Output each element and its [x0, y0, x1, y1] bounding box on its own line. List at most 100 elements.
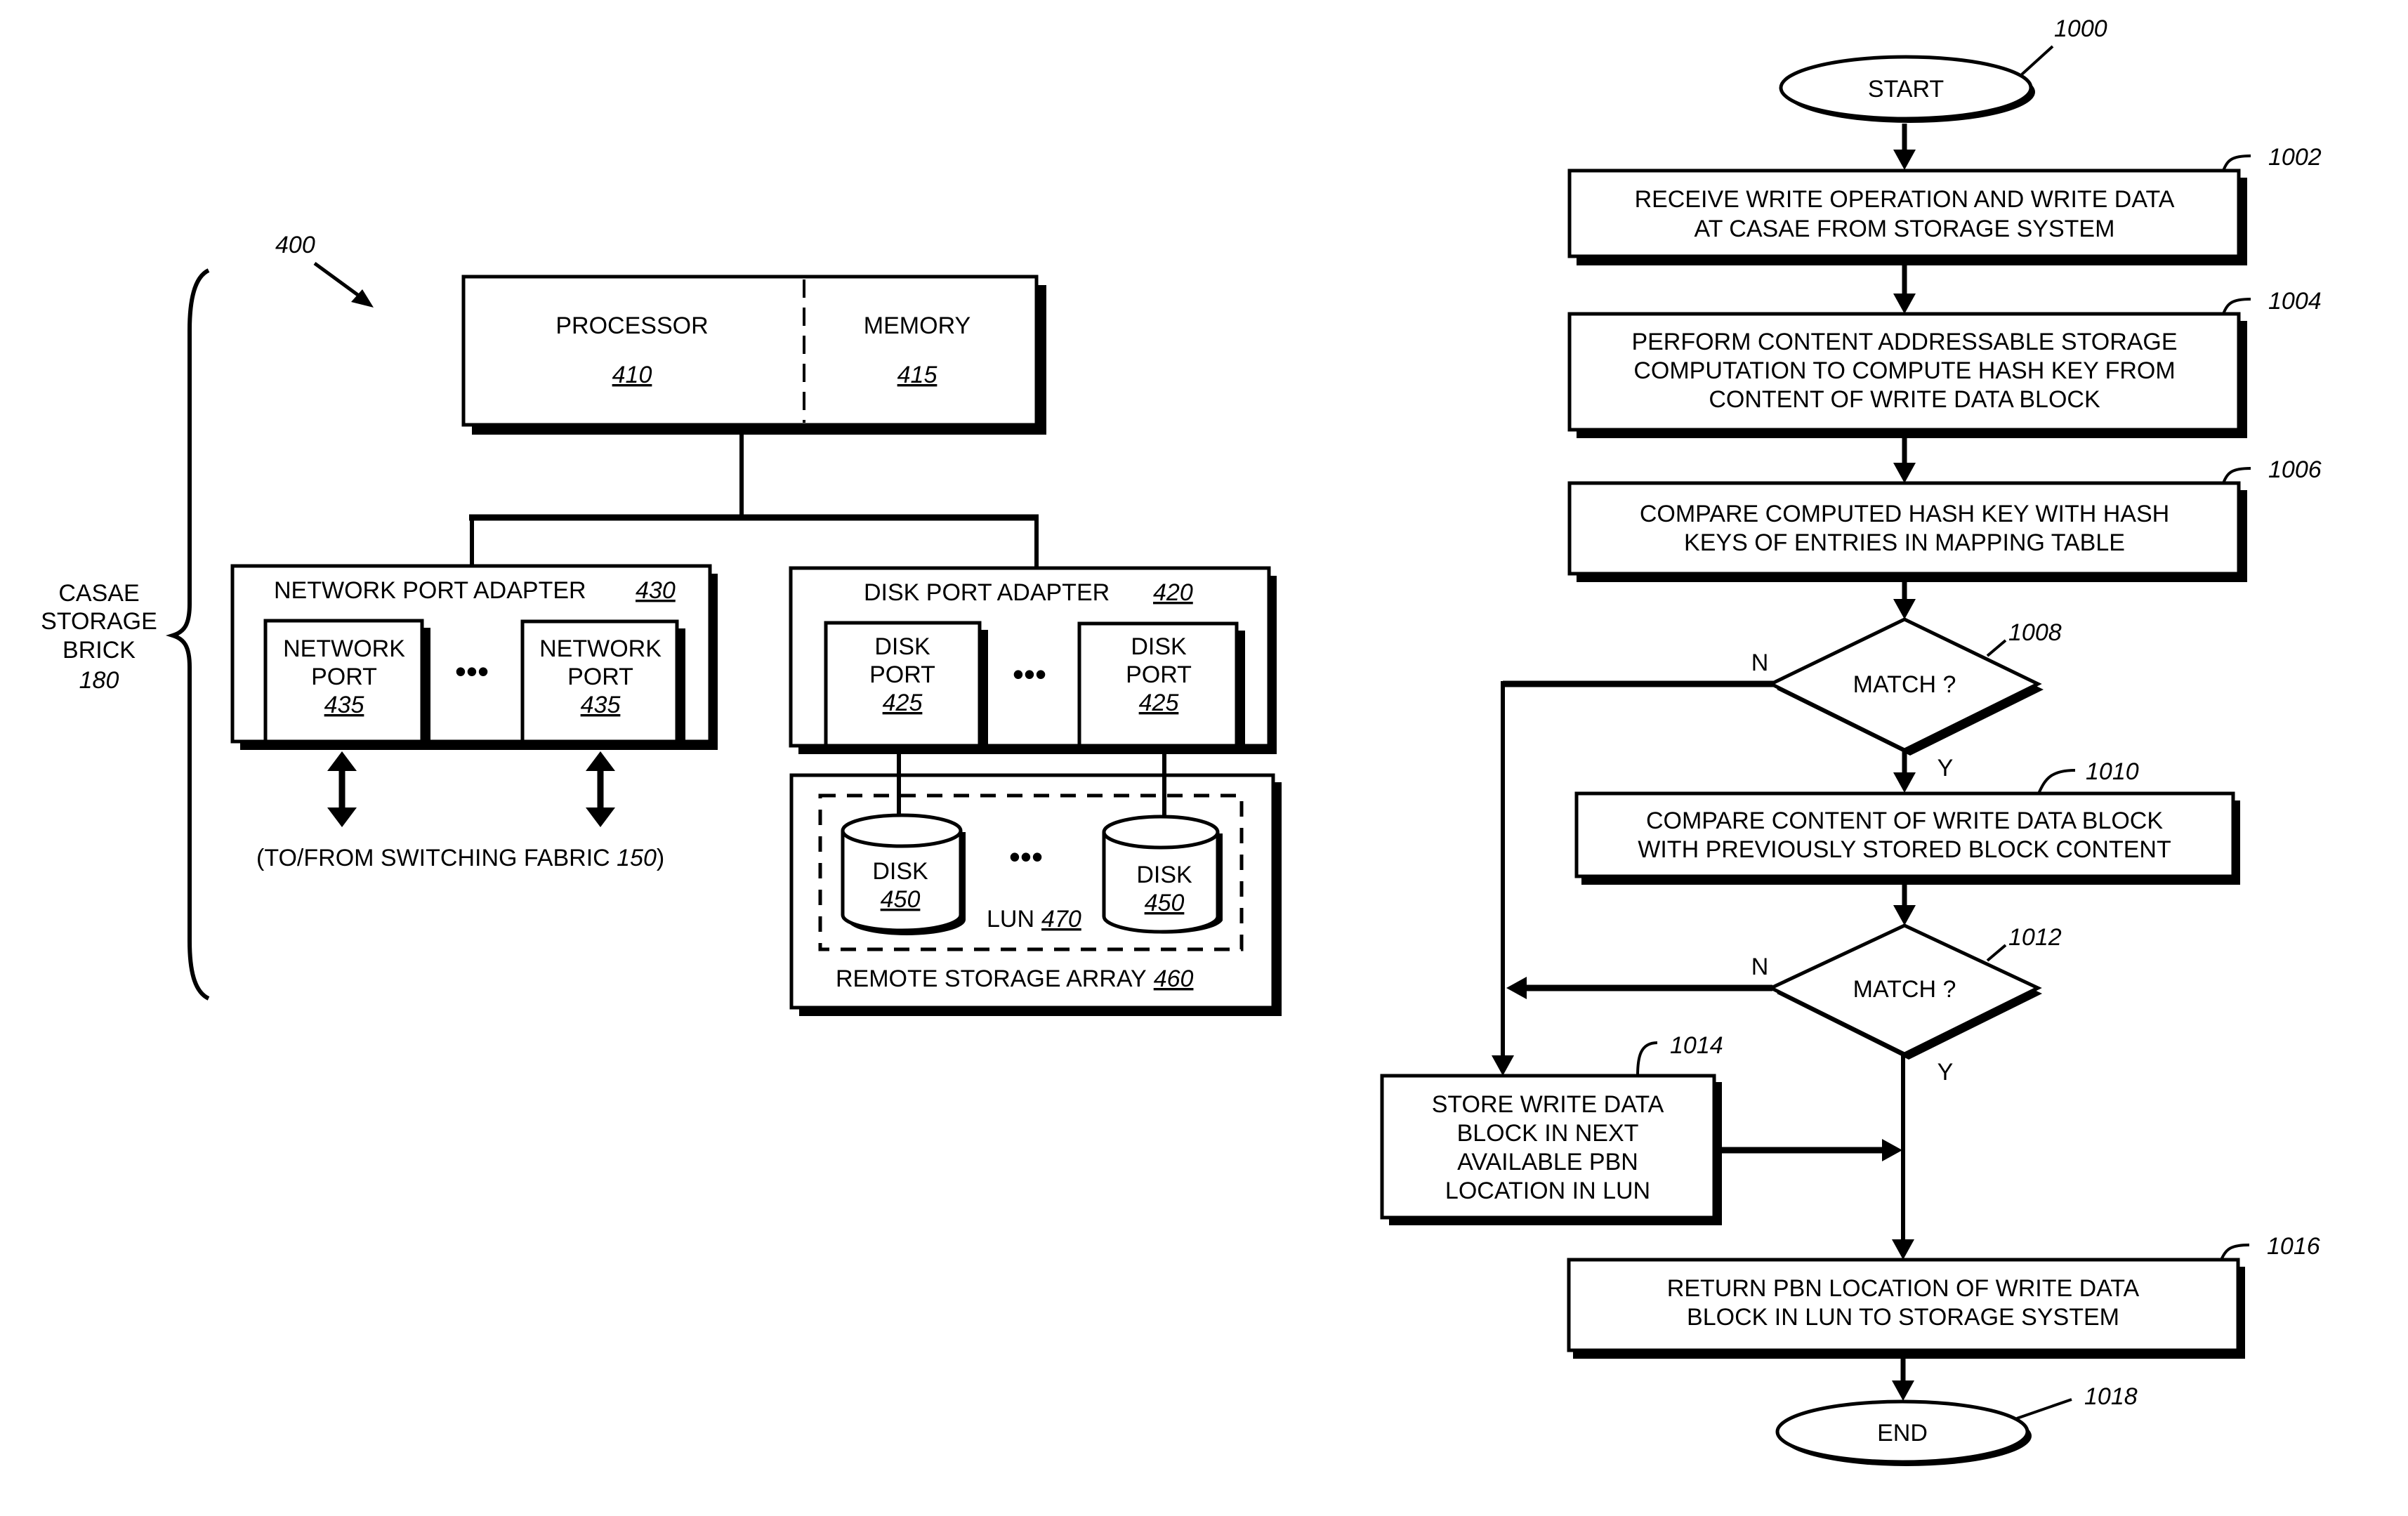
- step-1010-line-1: COMPARE CONTENT OF WRITE DATA BLOCK: [1646, 808, 2163, 834]
- step-1004: PERFORM CONTENT ADDRESSABLE STORAGE COMP…: [1567, 288, 2322, 438]
- step-1002-ref: 1002: [2268, 144, 2322, 171]
- decision-1012: MATCH ? N Y 1012: [1751, 923, 2062, 1086]
- decision-1008-label: MATCH ?: [1853, 671, 1956, 698]
- brick-label-line-1: CASAE: [58, 580, 139, 607]
- step-1014-ref: 1014: [1670, 1032, 1723, 1059]
- step-1014-line-1: STORE WRITE DATA: [1432, 1091, 1664, 1118]
- step-1006-line-1: COMPARE COMPUTED HASH KEY WITH HASH: [1640, 501, 2169, 527]
- decision-1012-no-label: N: [1751, 954, 1769, 980]
- disk-port-adapter-ref-420: 420: [1153, 579, 1193, 606]
- disk-port-1-line-1: DISK: [874, 633, 930, 660]
- network-port-1-ref: 435: [324, 692, 364, 718]
- network-port-adapter-ref-430: 430: [636, 577, 676, 604]
- step-1016-line-1: RETURN PBN LOCATION OF WRITE DATA: [1667, 1275, 2140, 1302]
- memory-ref-415: 415: [897, 362, 937, 388]
- disk-port-1: DISK PORT 425: [824, 621, 988, 748]
- disk-port-2-line-1: DISK: [1131, 633, 1187, 660]
- disk-port-2-line-2: PORT: [1126, 661, 1192, 688]
- step-1016: RETURN PBN LOCATION OF WRITE DATA BLOCK …: [1567, 1233, 2320, 1359]
- step-1004-line-3: CONTENT OF WRITE DATA BLOCK: [1709, 386, 2100, 413]
- processor-ref-410: 410: [612, 362, 652, 388]
- patent-figure-canvas: 400 CASAE STORAGE BRICK 180 PROCESSOR 41…: [41, 15, 2322, 1466]
- remote-storage-array: DISK 450 ••• DISK 450 LUN 470 REMOTE STOR…: [789, 754, 1282, 1016]
- step-1014: STORE WRITE DATA BLOCK IN NEXT AVAILABLE…: [1380, 1032, 1723, 1225]
- disk-1-label: DISK: [872, 858, 928, 885]
- brick-ref-180: 180: [79, 667, 119, 694]
- system-bus: [469, 435, 1039, 568]
- network-port-2-line-2: PORT: [567, 664, 633, 690]
- step-1004-ref: 1004: [2268, 288, 2322, 315]
- remote-storage-array-ref-460: 460: [1154, 965, 1194, 992]
- end-label: END: [1877, 1420, 1928, 1446]
- step-1002: RECEIVE WRITE OPERATION AND WRITE DATA A…: [1567, 144, 2322, 265]
- brick-label-line-2: STORAGE: [41, 608, 157, 635]
- step-1004-line-2: COMPUTATION TO COMPUTE HASH KEY FROM: [1633, 357, 2175, 384]
- disk-2-label: DISK: [1136, 862, 1192, 888]
- processor-label: PROCESSOR: [555, 312, 708, 339]
- decision-1008-yes-label: Y: [1937, 755, 1954, 782]
- disk-1: DISK 450: [841, 813, 966, 935]
- start-label: START: [1868, 76, 1944, 103]
- network-port-2: NETWORK PORT 435: [520, 619, 685, 744]
- decision-1012-label: MATCH ?: [1853, 976, 1956, 1003]
- disks-ellipsis: •••: [1009, 838, 1043, 875]
- step-1016-line-2: BLOCK IN LUN TO STORAGE SYSTEM: [1687, 1304, 2119, 1331]
- step-1010-ref: 1010: [2086, 758, 2139, 785]
- disk-ports-ellipsis: •••: [1013, 656, 1046, 692]
- step-1016-ref: 1016: [2267, 1233, 2320, 1260]
- step-1006-line-2: KEYS OF ENTRIES IN MAPPING TABLE: [1684, 529, 2125, 556]
- network-port-1-line-2: PORT: [311, 664, 377, 690]
- disk-port-2: DISK PORT 425: [1077, 621, 1245, 748]
- remote-storage-array-text: REMOTE STORAGE ARRAY: [836, 965, 1147, 992]
- step-1014-line-2: BLOCK IN NEXT: [1457, 1120, 1639, 1147]
- processor-memory-block: PROCESSOR 410 MEMORY 415: [461, 275, 1046, 435]
- step-1002-line-1: RECEIVE WRITE OPERATION AND WRITE DATA: [1635, 186, 2175, 213]
- network-ports-ellipsis: •••: [455, 653, 489, 690]
- decision-1008-no-label: N: [1751, 650, 1769, 676]
- lun-label-text: LUN: [987, 906, 1034, 932]
- end-terminal: END 1018: [1775, 1383, 2138, 1466]
- fabric-arrow-2: [586, 751, 615, 827]
- disk-2-ref: 450: [1145, 890, 1185, 916]
- step-1006: COMPARE COMPUTED HASH KEY WITH HASH KEYS…: [1567, 456, 2322, 582]
- brick-label: CASAE STORAGE BRICK 180: [41, 580, 157, 694]
- lun-ref-470: 470: [1041, 906, 1081, 932]
- disk-1-ref: 450: [881, 886, 921, 913]
- disk-port-2-ref: 425: [1139, 690, 1179, 716]
- fabric-arrow-1: [327, 751, 357, 827]
- brick-brace: [165, 268, 210, 1001]
- start-terminal: START: [1779, 55, 2035, 123]
- flowchart-ref-1000: 1000: [2054, 15, 2107, 42]
- network-port-2-line-1: NETWORK: [539, 635, 662, 662]
- step-1002-line-2: AT CASAE FROM STORAGE SYSTEM: [1695, 216, 2115, 242]
- decision-1008-ref: 1008: [2008, 619, 2062, 646]
- switching-fabric-suffix: ): [657, 845, 664, 871]
- network-port-1: NETWORK PORT 435: [263, 619, 430, 744]
- end-ref-1018: 1018: [2084, 1383, 2138, 1410]
- remote-storage-array-label: REMOTE STORAGE ARRAY 460: [836, 965, 1194, 992]
- switching-fabric-ref-150: 150: [617, 845, 657, 871]
- step-1006-ref: 1006: [2268, 456, 2322, 483]
- disk-port-1-line-2: PORT: [869, 661, 935, 688]
- disk-2: DISK 450: [1102, 815, 1223, 934]
- lun-label: LUN 470: [987, 906, 1081, 932]
- figure-400-pointer-arrow: [313, 261, 374, 308]
- decision-1012-ref: 1012: [2008, 924, 2062, 951]
- decision-1012-yes-label: Y: [1937, 1059, 1954, 1086]
- step-1010-line-2: WITH PREVIOUSLY STORED BLOCK CONTENT: [1638, 836, 2171, 863]
- brick-label-line-3: BRICK: [62, 637, 136, 664]
- switching-fabric-label: (TO/FROM SWITCHING FABRIC 150): [256, 845, 664, 871]
- memory-label: MEMORY: [864, 312, 971, 339]
- figure-400: 400 CASAE STORAGE BRICK 180 PROCESSOR 41…: [41, 232, 1282, 1016]
- figure-ref-400: 400: [275, 232, 315, 258]
- flowchart-1000: 1000 START RECEIVE WRITE OPERATION AND W…: [1380, 15, 2322, 1466]
- network-port-adapter: NETWORK PORT ADAPTER 430 NETWORK PORT 43…: [230, 564, 718, 750]
- network-port-adapter-label: NETWORK PORT ADAPTER: [274, 577, 586, 604]
- network-port-1-line-1: NETWORK: [283, 635, 405, 662]
- step-1014-line-3: AVAILABLE PBN: [1457, 1149, 1638, 1175]
- disk-port-adapter-label: DISK PORT ADAPTER: [864, 579, 1110, 606]
- disk-port-adapter: DISK PORT ADAPTER 420 DISK PORT 425 ••• …: [789, 566, 1277, 754]
- switching-fabric-text: (TO/FROM SWITCHING FABRIC: [256, 845, 617, 871]
- network-port-2-ref: 435: [581, 692, 621, 718]
- step-1014-line-4: LOCATION IN LUN: [1445, 1178, 1650, 1204]
